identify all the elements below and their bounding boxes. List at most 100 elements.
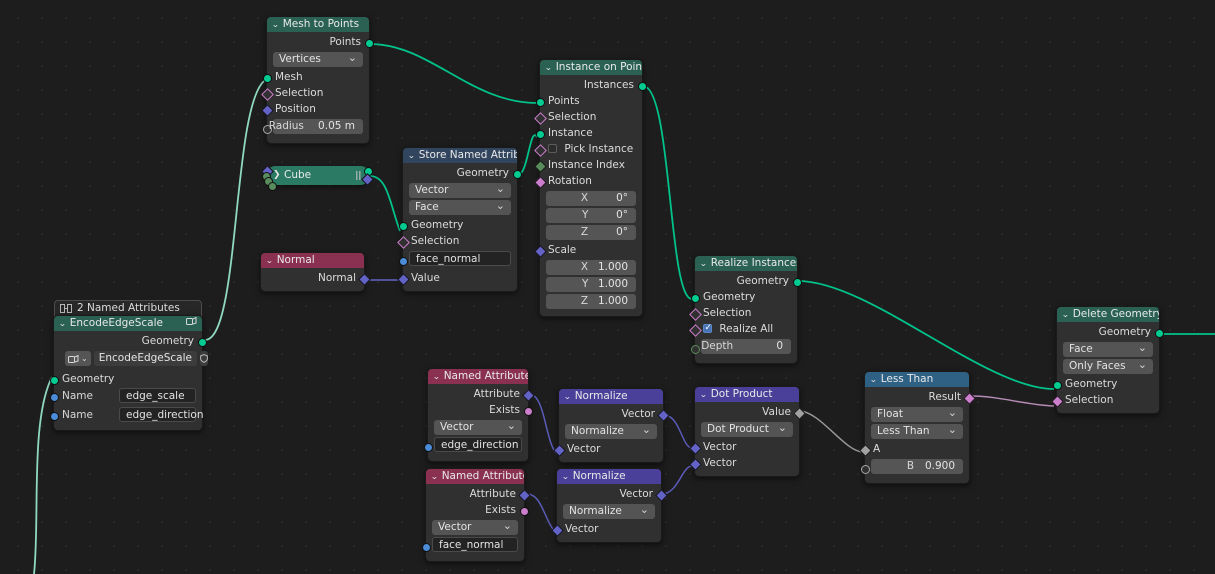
dropdown-operation[interactable]: Dot Product: [701, 420, 793, 437]
socket-scale-in[interactable]: [533, 244, 547, 258]
dropdown-mode[interactable]: Only Faces: [1063, 357, 1153, 374]
socket-value-in[interactable]: [396, 272, 410, 286]
node-header-normal[interactable]: ⌄ Normal: [261, 253, 364, 268]
dropdown-data-type[interactable]: Float: [871, 405, 963, 422]
dropdown-operation[interactable]: Normalize: [563, 502, 655, 519]
socket-points-in[interactable]: [535, 97, 545, 107]
output-row-result[interactable]: Result: [865, 389, 976, 405]
b-field[interactable]: B 0.900: [871, 459, 963, 474]
node-header-named-attribute-1[interactable]: ⌄ Named Attribute: [428, 369, 528, 384]
socket-position-in[interactable]: [260, 103, 274, 117]
node-encode-edge-scale-group[interactable]: ⌄ EncodeEdgeScale Geometry ⌄ EncodeEdgeS…: [49, 315, 208, 431]
input-row-name[interactable]: face_normal: [421, 537, 524, 556]
input-row-points[interactable]: Points: [535, 93, 642, 109]
socket-vector-out[interactable]: [654, 488, 668, 502]
collapse-chevron-icon[interactable]: ⌄: [563, 389, 571, 404]
collapse-chevron-icon[interactable]: ⌄: [561, 469, 569, 484]
node-normalize-1[interactable]: ⌄ Normalize Vector Normalize Vector: [552, 388, 670, 463]
socket-b-in[interactable]: [860, 465, 870, 474]
socket-normal-out[interactable]: [357, 272, 371, 286]
name-field[interactable]: face_normal: [432, 537, 518, 552]
socket-name-in[interactable]: [398, 257, 408, 266]
node-less-than[interactable]: ⌄ Less Than Result Float Less Than A B 0…: [858, 371, 976, 484]
scale-x-field[interactable]: X 1.000: [546, 260, 636, 275]
collapse-chevron-icon[interactable]: ⌄: [1061, 307, 1069, 322]
input-row-depth[interactable]: Depth 0: [690, 339, 797, 358]
socket-geometry-out[interactable]: [792, 277, 802, 287]
socket-vector-in[interactable]: [552, 443, 566, 457]
node-normalize-2[interactable]: ⌄ Normalize Vector Normalize Vector: [550, 468, 668, 543]
input-row-mesh[interactable]: Mesh: [262, 69, 369, 85]
dropdown-domain[interactable]: Face: [409, 198, 511, 215]
socket-instance-in[interactable]: [535, 129, 545, 139]
collapse-chevron-icon[interactable]: ⌄: [869, 372, 877, 387]
node-realize-instances[interactable]: ⌄ Realize Instances Geometry Geometry Se…: [688, 255, 802, 364]
input-row-vector-1[interactable]: Vector: [688, 439, 799, 455]
group-selector-row[interactable]: ⌄ EncodeEdgeScale: [54, 351, 208, 371]
collapse-chevron-icon[interactable]: ⌄: [265, 253, 273, 268]
collapse-chevron-icon[interactable]: ⌄: [544, 60, 552, 75]
socket-geometry-out[interactable]: [1154, 328, 1164, 338]
output-row-instances[interactable]: Instances: [540, 77, 647, 93]
socket-vector-2-in[interactable]: [688, 457, 702, 471]
socket-selection-in[interactable]: [260, 87, 274, 101]
name-2-field[interactable]: edge_direction: [119, 407, 204, 422]
input-row-name-1[interactable]: Name edge_scale: [49, 387, 202, 406]
output-row-attribute[interactable]: Attribute: [426, 486, 531, 502]
socket-depth-in[interactable]: [690, 345, 700, 354]
collapse-chevron-icon[interactable]: ⌄: [271, 17, 279, 32]
socket-geometry-in[interactable]: [690, 293, 700, 303]
socket-selection-in[interactable]: [688, 307, 702, 321]
socket-name-1-in[interactable]: [49, 393, 59, 402]
collapse-chevron-icon[interactable]: ⌄: [699, 387, 707, 402]
scale-y-field[interactable]: Y 1.000: [546, 277, 636, 292]
output-row-points[interactable]: Points: [267, 34, 374, 50]
node-delete-geometry[interactable]: ⌄ Delete Geometry Geometry Face Only Fac…: [1050, 306, 1164, 414]
node-store-named-attribute[interactable]: ⌄ Store Named Attrib... Geometry Vector …: [396, 147, 522, 292]
socket-vector-out[interactable]: [656, 408, 670, 422]
node-cube[interactable]: ❯ Cube: [261, 164, 374, 191]
group-selector[interactable]: ⌄ EncodeEdgeScale: [60, 351, 208, 366]
input-row-realize-all[interactable]: Realize All: [688, 321, 797, 337]
expand-chevron-icon[interactable]: ❯: [273, 170, 281, 180]
input-row-instance[interactable]: Instance: [535, 125, 642, 141]
input-row-a[interactable]: A: [858, 441, 969, 457]
socket-attribute-out[interactable]: [517, 488, 531, 502]
dropdown-domain[interactable]: Face: [1063, 340, 1153, 357]
input-row-name-2[interactable]: Name edge_direction: [49, 406, 204, 425]
node-header-less-than[interactable]: ⌄ Less Than: [865, 372, 969, 387]
socket-geometry-out[interactable]: [197, 337, 207, 347]
socket-instances-out[interactable]: [637, 81, 647, 91]
socket-attribute-out[interactable]: [521, 388, 535, 402]
input-row-vector-2[interactable]: Vector: [688, 455, 799, 471]
node-editor-canvas[interactable]: ⌄ Mesh to Points Points Vertices Mesh Se…: [0, 0, 1215, 574]
depth-field[interactable]: Depth 0: [701, 339, 791, 354]
output-row-exists[interactable]: Exists: [426, 502, 529, 518]
socket-uv-map-out[interactable]: [361, 172, 374, 186]
pick-instance-checkbox[interactable]: [548, 144, 557, 153]
collapse-chevron-icon[interactable]: ⌄: [432, 369, 440, 384]
input-row-pick-instance[interactable]: Pick Instance: [533, 141, 642, 157]
shield-icon[interactable]: [200, 351, 208, 366]
socket-name-2-in[interactable]: [49, 412, 59, 421]
output-row-geometry[interactable]: Geometry: [1057, 324, 1164, 340]
output-row-value[interactable]: Value: [695, 404, 806, 420]
input-row-selection[interactable]: Selection: [396, 233, 517, 249]
name-1-field[interactable]: edge_scale: [119, 388, 196, 403]
input-row-geometry[interactable]: Geometry: [1052, 376, 1159, 392]
input-row-scale[interactable]: Scale: [533, 242, 642, 258]
socket-name-in[interactable]: [423, 443, 433, 452]
socket-exists-out[interactable]: [519, 506, 529, 516]
input-row-selection[interactable]: Selection: [1050, 392, 1159, 408]
output-row-vector[interactable]: Vector: [559, 406, 670, 422]
input-row-selection[interactable]: Selection: [688, 305, 797, 321]
output-row-normal[interactable]: Normal: [261, 270, 371, 286]
group-name-field[interactable]: EncodeEdgeScale: [93, 351, 197, 366]
name-field[interactable]: face_normal: [409, 251, 511, 266]
socket-rotation-in[interactable]: [533, 175, 547, 189]
socket-vertices-z-in[interactable]: [268, 181, 277, 191]
input-row-vector[interactable]: Vector: [550, 521, 661, 537]
node-dot-product[interactable]: ⌄ Dot Product Value Dot Product Vector V…: [688, 386, 806, 477]
input-row-geometry[interactable]: Geometry: [690, 289, 797, 305]
socket-mesh-in[interactable]: [262, 73, 272, 83]
